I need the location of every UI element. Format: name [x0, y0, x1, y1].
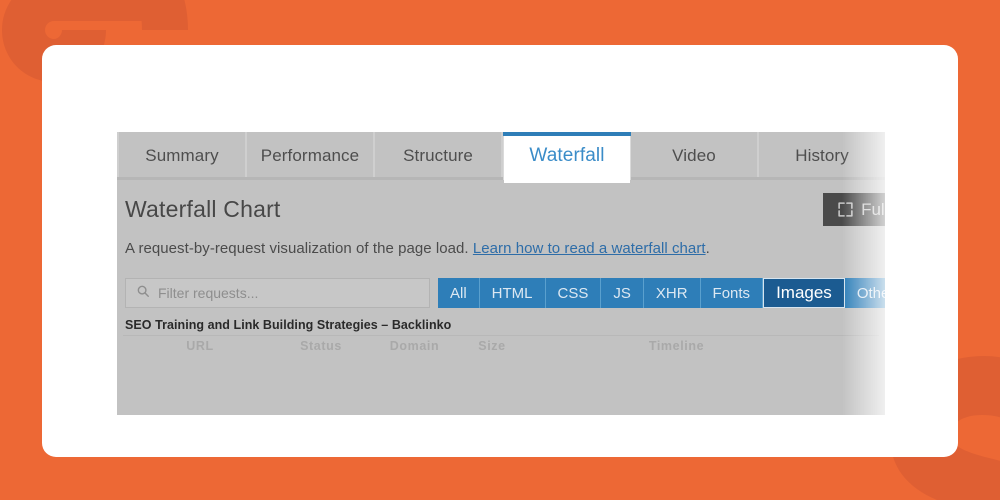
- white-card: Summary Performance Structure Waterfall …: [42, 45, 958, 457]
- tab-performance[interactable]: Performance: [247, 132, 375, 180]
- column-header-domain[interactable]: Domain: [367, 339, 462, 353]
- filter-input-placeholder: Filter requests...: [158, 285, 259, 301]
- column-header-status[interactable]: Status: [275, 339, 367, 353]
- screenshot-stage: Summary Performance Structure Waterfall …: [0, 0, 1000, 500]
- requests-table-header: URL Status Domain Size Timeline: [123, 335, 879, 353]
- panel-header-row: Waterfall Chart Fulls: [123, 180, 885, 238]
- tab-structure[interactable]: Structure: [375, 132, 503, 180]
- filter-row: Filter requests... All HTML CSS JS XHR F…: [123, 278, 885, 308]
- tab-history-label: History: [795, 146, 849, 165]
- filter-button-xhr[interactable]: XHR: [643, 278, 701, 308]
- filter-button-js-label: JS: [613, 284, 631, 302]
- subtitle-text-after: .: [705, 240, 710, 257]
- tab-summary-label: Summary: [145, 146, 219, 165]
- panel-body: Waterfall Chart Fulls: [117, 180, 885, 353]
- filter-button-css[interactable]: CSS: [545, 278, 602, 308]
- resource-type-filter-group: All HTML CSS JS XHR Fonts Images Oth: [438, 278, 885, 308]
- tab-structure-label: Structure: [403, 146, 473, 165]
- filter-button-other[interactable]: Other: [844, 278, 885, 308]
- fullscreen-expand-icon: [837, 201, 854, 218]
- request-page-name: SEO Training and Link Building Strategie…: [125, 318, 452, 332]
- column-header-url[interactable]: URL: [125, 339, 275, 353]
- filter-button-css-label: CSS: [557, 284, 589, 302]
- subtitle-text-before: A request-by-request visualization of th…: [125, 240, 473, 257]
- tab-history[interactable]: History: [759, 132, 885, 180]
- filter-button-images-label: Images: [776, 283, 832, 302]
- waterfall-help-link[interactable]: Learn how to read a waterfall chart: [473, 240, 706, 257]
- filter-button-images[interactable]: Images: [763, 278, 845, 308]
- filter-button-fonts[interactable]: Fonts: [700, 278, 764, 308]
- filter-button-fonts-label: Fonts: [712, 284, 751, 302]
- filter-button-html-label: HTML: [491, 284, 533, 302]
- tab-video[interactable]: Video: [631, 132, 759, 180]
- fullscreen-button-label: Fulls: [861, 199, 885, 219]
- tab-summary[interactable]: Summary: [117, 132, 247, 180]
- filter-button-js[interactable]: JS: [601, 278, 644, 308]
- tab-waterfall[interactable]: Waterfall: [503, 132, 631, 183]
- tab-performance-label: Performance: [260, 146, 360, 165]
- column-header-size[interactable]: Size: [462, 339, 522, 353]
- filter-button-all[interactable]: All: [438, 278, 480, 308]
- tab-video-label: Video: [672, 146, 716, 165]
- waterfall-app-panel: Summary Performance Structure Waterfall …: [117, 132, 885, 415]
- column-header-timeline[interactable]: Timeline: [522, 339, 877, 353]
- filter-button-xhr-label: XHR: [655, 284, 688, 302]
- fullscreen-button[interactable]: Fulls: [823, 193, 885, 226]
- panel-subtitle: A request-by-request visualization of th…: [123, 238, 879, 257]
- search-icon: [136, 284, 150, 303]
- tab-waterfall-label: Waterfall: [529, 145, 605, 166]
- tab-strip: Summary Performance Structure Waterfall …: [117, 132, 885, 183]
- filter-button-html[interactable]: HTML: [479, 278, 546, 308]
- filter-requests-input[interactable]: Filter requests...: [125, 278, 430, 308]
- filter-button-other-label: Other: [856, 284, 885, 302]
- page-title: Waterfall Chart: [125, 195, 281, 222]
- filter-button-all-label: All: [450, 284, 467, 302]
